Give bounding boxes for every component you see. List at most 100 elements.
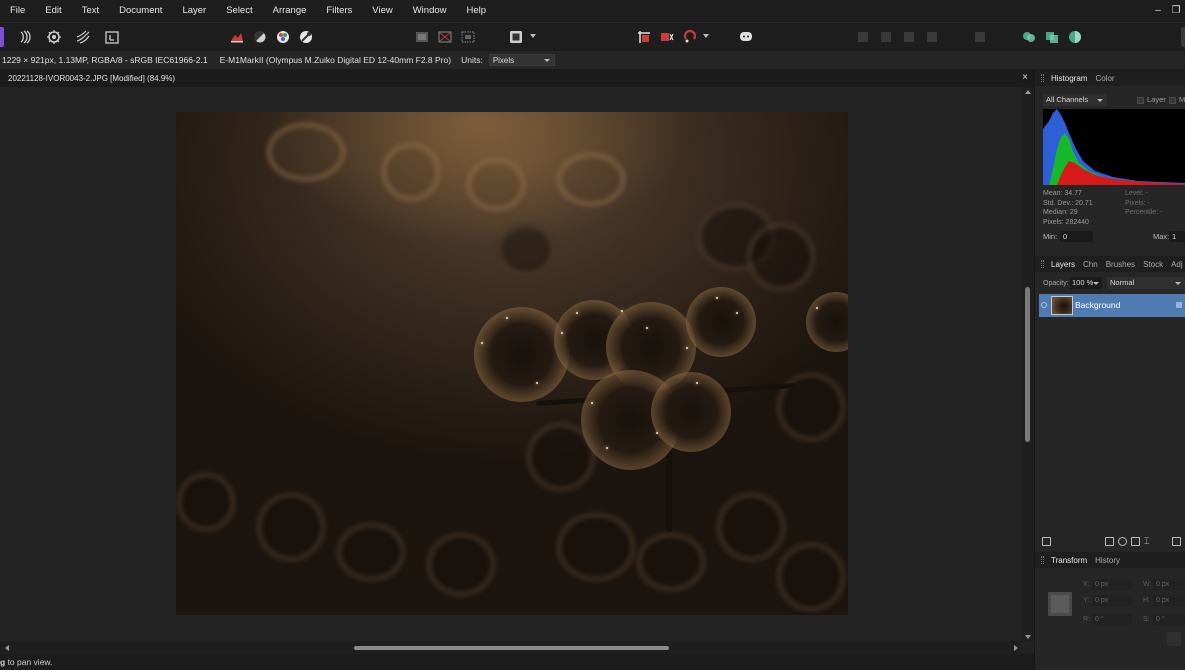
mode1-icon[interactable] xyxy=(1019,27,1039,47)
document-image[interactable] xyxy=(176,112,848,615)
blend-mode-select[interactable]: Normal xyxy=(1107,277,1185,289)
add-adjustment-icon[interactable] xyxy=(1118,537,1127,546)
bokeh-ring xyxy=(556,152,626,207)
panel-grip-icon[interactable] xyxy=(1041,260,1044,268)
menu-window[interactable]: Window xyxy=(403,0,457,22)
auto-white-balance-icon[interactable] xyxy=(296,27,316,47)
auto-colors-icon[interactable] xyxy=(273,27,293,47)
dew-sparkle xyxy=(591,402,593,404)
min-field[interactable]: 0 xyxy=(1060,231,1093,242)
help-bubble-icon[interactable] xyxy=(736,27,756,47)
tab-histogram[interactable]: Histogram xyxy=(1051,74,1087,83)
main-toolbar xyxy=(0,22,1185,50)
scroll-left-icon[interactable] xyxy=(5,645,9,651)
menu-file[interactable]: File xyxy=(0,0,35,22)
tab-brushes[interactable]: Brushes xyxy=(1106,260,1135,269)
tab-layers[interactable]: Layers xyxy=(1051,260,1075,269)
s-field[interactable]: 0 ° xyxy=(1153,614,1185,625)
w-field[interactable]: 0 px xyxy=(1153,579,1185,590)
add-mask-icon[interactable] xyxy=(1105,537,1114,546)
menu-edit[interactable]: Edit xyxy=(35,0,71,22)
menu-layer[interactable]: Layer xyxy=(172,0,216,22)
mode2-icon[interactable] xyxy=(1042,27,1062,47)
horizontal-scroll-thumb[interactable] xyxy=(354,646,669,650)
assistant-icon[interactable] xyxy=(680,27,700,47)
tab-history[interactable]: History xyxy=(1095,556,1120,565)
force-pixel-alignment-icon[interactable] xyxy=(657,27,677,47)
snapping-icon[interactable] xyxy=(634,27,654,47)
tone-mapping-persona-icon[interactable] xyxy=(73,27,93,47)
tab-stock[interactable]: Stock xyxy=(1143,260,1163,269)
vertical-scrollbar[interactable] xyxy=(1022,87,1034,641)
layer-visibility-icon[interactable] xyxy=(1041,302,1047,308)
menu-document[interactable]: Document xyxy=(109,0,172,22)
arrange-icon[interactable] xyxy=(899,27,919,47)
transform-anchor-selector[interactable] xyxy=(1048,592,1072,616)
develop-persona-icon[interactable] xyxy=(44,27,64,47)
opacity-field[interactable]: 100 % xyxy=(1070,277,1102,289)
mode3-icon[interactable] xyxy=(1065,27,1085,47)
canvas[interactable] xyxy=(0,87,1022,641)
invert-selection-icon[interactable] xyxy=(458,27,478,47)
x-field[interactable]: 0 px xyxy=(1092,579,1132,590)
histogram-svg xyxy=(1043,109,1185,185)
quick-mask-dropdown-icon[interactable] xyxy=(530,34,536,38)
horizontal-scrollbar[interactable] xyxy=(0,641,1022,654)
deselect-icon[interactable] xyxy=(435,27,455,47)
max-field[interactable]: 1 xyxy=(1169,231,1185,242)
toolbar-overflow-icon[interactable] xyxy=(1181,27,1185,47)
add-live-filter-icon[interactable] xyxy=(1131,537,1140,546)
h-field[interactable]: 0 px xyxy=(1153,595,1185,606)
scroll-down-icon[interactable] xyxy=(1025,635,1031,639)
panel-grip-icon[interactable] xyxy=(1041,74,1044,82)
close-document-icon[interactable]: × xyxy=(1022,72,1028,84)
layer-row[interactable]: Background xyxy=(1039,294,1185,317)
transform-options-button[interactable] xyxy=(1167,632,1181,646)
max-label: Max: xyxy=(1153,232,1170,241)
menu-text[interactable]: Text xyxy=(72,0,109,22)
auto-levels-icon[interactable] xyxy=(227,27,247,47)
auto-contrast-icon[interactable] xyxy=(250,27,270,47)
undo-icon[interactable] xyxy=(853,27,873,47)
menu-view[interactable]: View xyxy=(362,0,402,22)
tab-color[interactable]: Color xyxy=(1095,74,1114,83)
h-label: H: xyxy=(1143,597,1150,604)
export-persona-icon[interactable] xyxy=(102,27,122,47)
histogram-channel-select[interactable]: All Channels xyxy=(1043,94,1107,106)
tab-channels[interactable]: Chn xyxy=(1083,260,1098,269)
scroll-up-icon[interactable] xyxy=(1025,90,1031,94)
marquee-checkbox[interactable] xyxy=(1169,97,1176,104)
menu-help[interactable]: Help xyxy=(457,0,497,22)
restore-icon[interactable]: ❐ xyxy=(1171,6,1181,16)
arrange2-icon[interactable] xyxy=(922,27,942,47)
r-field[interactable]: 0 ° xyxy=(1092,614,1132,625)
add-group-icon[interactable] xyxy=(1172,537,1181,546)
menu-filters[interactable]: Filters xyxy=(316,0,362,22)
vertical-scroll-thumb[interactable] xyxy=(1025,287,1030,442)
document-tab[interactable]: 20221128-IVOR0043-2.JPG [Modified] (84.9… xyxy=(0,70,1034,87)
menu-arrange[interactable]: Arrange xyxy=(263,0,317,22)
units-dropdown[interactable]: Pixels xyxy=(488,54,555,66)
quick-mask-icon[interactable] xyxy=(506,27,526,47)
marquee-checkbox-label: Ma xyxy=(1179,95,1185,104)
x-label: X: xyxy=(1083,581,1090,588)
y-field[interactable]: 0 px xyxy=(1092,595,1132,606)
scroll-right-icon[interactable] xyxy=(1014,645,1018,651)
histogram-stats: Mean: 34.77 Std. Dev.: 20.71 Median: 29 … xyxy=(1043,189,1093,227)
select-all-icon[interactable] xyxy=(412,27,432,47)
assistant-dropdown-icon[interactable] xyxy=(703,34,709,38)
tab-transform[interactable]: Transform xyxy=(1051,556,1087,565)
add-pixel-layer-icon[interactable]: ⌶ xyxy=(1144,537,1153,546)
tab-adjustments[interactable]: Adj xyxy=(1171,260,1183,269)
lock-icon[interactable] xyxy=(1176,302,1182,308)
redo-icon[interactable] xyxy=(876,27,896,47)
menu-select[interactable]: Select xyxy=(216,0,262,22)
insert-icon[interactable] xyxy=(970,27,990,47)
minimize-icon[interactable]: – xyxy=(1153,6,1163,16)
photo-persona-icon[interactable] xyxy=(0,27,4,47)
panel-grip-icon[interactable] xyxy=(1041,556,1044,564)
layer-checkbox[interactable] xyxy=(1137,97,1144,104)
layer-options-icon[interactable] xyxy=(1042,537,1051,546)
liquify-persona-icon[interactable] xyxy=(16,27,36,47)
dew-sparkle xyxy=(656,432,658,434)
